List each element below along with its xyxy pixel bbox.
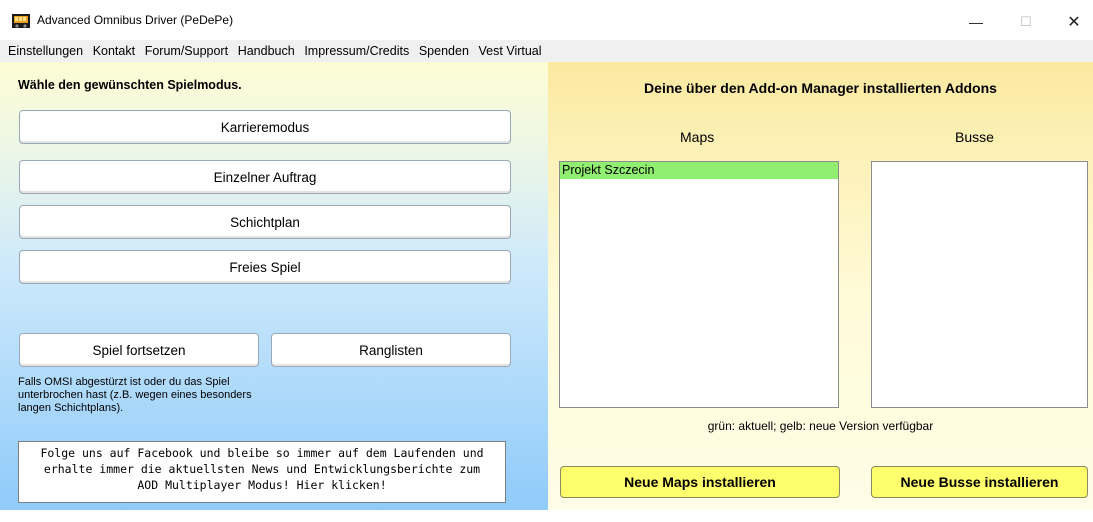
schedule-button[interactable]: Schichtplan [19,205,511,239]
facebook-line-3: AOD Multiplayer Modus! Hier klicken! [137,478,387,492]
free-play-label: Freies Spiel [229,259,301,275]
rankings-label: Ranglisten [359,342,423,358]
menu-einstellungen[interactable]: Einstellungen [8,40,83,62]
free-play-button[interactable]: Freies Spiel [19,250,511,284]
rankings-button[interactable]: Ranglisten [271,333,511,367]
install-busses-button[interactable]: Neue Busse installieren [871,466,1088,498]
busses-list[interactable] [871,161,1088,408]
menu-spenden[interactable]: Spenden [419,40,469,62]
maximize-button[interactable]: ☐ [1004,8,1048,36]
addons-title: Deine über den Add-on Manager installier… [644,80,997,96]
minimize-button[interactable]: — [954,8,998,36]
single-job-button[interactable]: Einzelner Auftrag [19,160,511,194]
facebook-line-1: Folge uns auf Facebook und bleibe so imm… [40,446,484,460]
bottom-strip [0,510,1093,522]
maps-list[interactable]: Projekt Szczecin [559,161,839,408]
window-title: Advanced Omnibus Driver (PeDePe) [37,13,234,27]
continue-game-button[interactable]: Spiel fortsetzen [19,333,259,367]
facebook-link-box[interactable]: Folge uns auf Facebook und bleibe so imm… [18,441,506,503]
menu-handbuch[interactable]: Handbuch [238,40,295,62]
maps-label: Maps [680,129,715,145]
busses-label: Busse [955,129,994,145]
facebook-line-2: erhalte immer die aktuellsten News und E… [43,462,481,476]
game-mode-prompt: Wähle den gewünschten Spielmodus. [18,78,242,92]
menu-forum-support[interactable]: Forum/Support [145,40,228,62]
schedule-label: Schichtplan [230,214,300,230]
maximize-icon: ☐ [1020,14,1032,29]
app-icon [12,14,30,28]
menu-vest-virtual[interactable]: Vest Virtual [479,40,542,62]
install-maps-button[interactable]: Neue Maps installieren [560,466,840,498]
continue-game-label: Spiel fortsetzen [92,342,186,358]
title-bar: Advanced Omnibus Driver (PeDePe) — ☐ ✕ [0,0,1093,40]
minimize-icon: — [969,14,983,30]
close-icon: ✕ [1067,14,1081,31]
menu-kontakt[interactable]: Kontakt [93,40,135,62]
install-busses-label: Neue Busse installieren [900,474,1059,490]
single-job-label: Einzelner Auftrag [213,169,317,185]
career-mode-button[interactable]: Karrieremodus [19,110,511,144]
close-button[interactable]: ✕ [1052,8,1093,36]
install-maps-label: Neue Maps installieren [624,474,776,490]
map-item-projekt-szczecin[interactable]: Projekt Szczecin [560,162,838,179]
status-legend: grün: aktuell; gelb: neue Version verfüg… [707,419,934,433]
crash-hint-text: Falls OMSI abgestürzt ist oder du das Sp… [18,376,252,414]
menu-bar: Einstellungen Kontakt Forum/Support Hand… [0,40,1093,62]
menu-impressum-credits[interactable]: Impressum/Credits [304,40,409,62]
career-mode-label: Karrieremodus [220,119,310,135]
